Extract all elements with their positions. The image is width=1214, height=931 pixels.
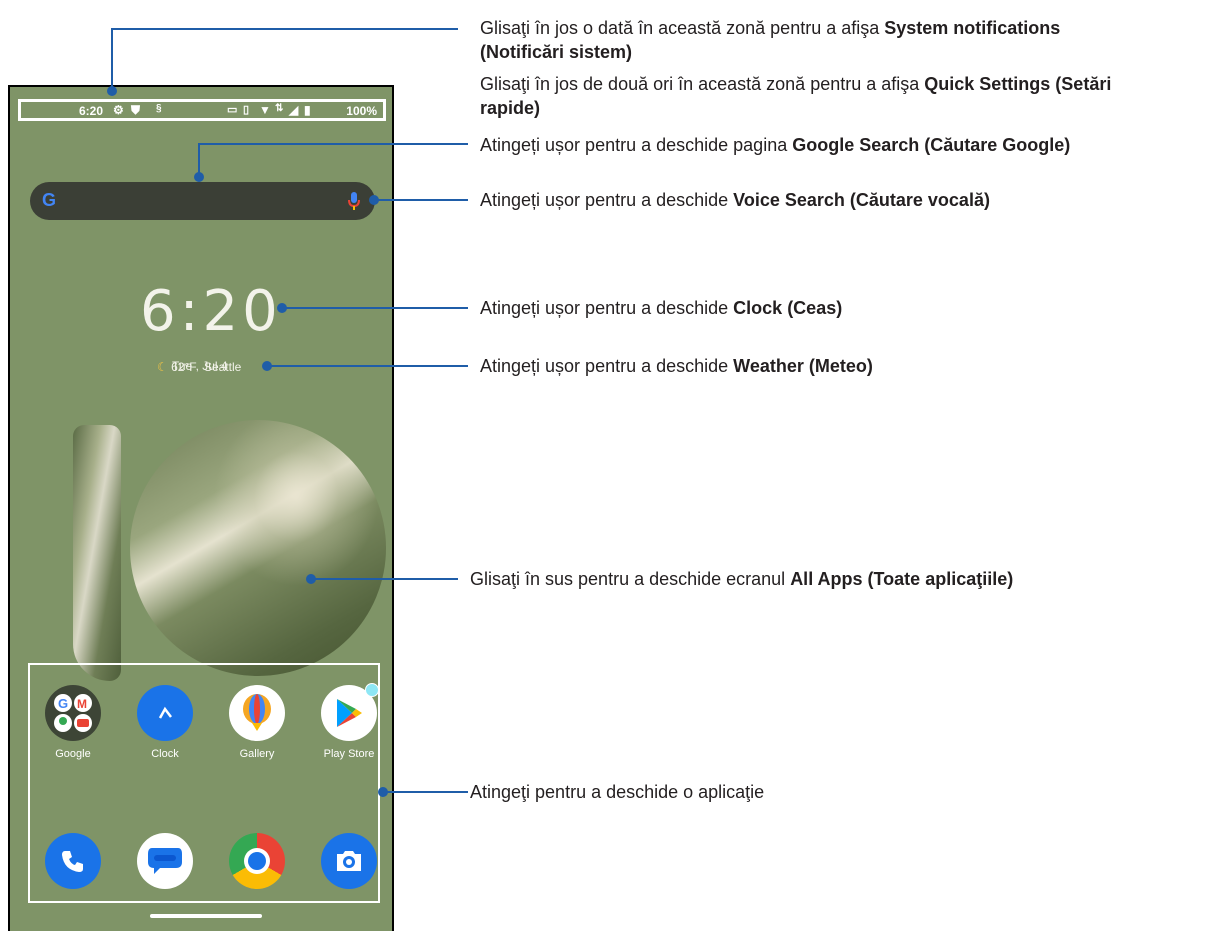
gear-icon: ⚙: [113, 103, 124, 117]
notification-dot-icon: [365, 683, 379, 697]
callout-all-apps: Glisaţi în sus pentru a deschide ecranul…: [470, 567, 1190, 591]
app-dock-area: G M Google Clock Gallery Play Store: [28, 663, 380, 903]
svg-text:G: G: [58, 696, 68, 711]
callout-text: Atingeți ușor pentru a deschide: [480, 356, 734, 376]
callout-bold: Voice Search (Căutare vocală): [733, 190, 990, 210]
wifi-icon: ▼: [259, 103, 271, 117]
callout-text: Atingeți ușor pentru a deschide: [480, 298, 734, 318]
vibrate-icon: ▯: [243, 104, 250, 116]
app-label-play-store: Play Store: [323, 748, 375, 760]
shield-icon: ⛊: [131, 103, 141, 117]
callout-text: Glisaţi în sus pentru a deschide ecranul: [470, 569, 791, 589]
callout-bold: All Apps (Toate aplicaţiile): [790, 569, 1014, 589]
callout-line: [267, 365, 468, 367]
callout-bold: Clock (Ceas): [733, 298, 843, 318]
callout-bold: Google Search (Căutare Google): [792, 135, 1071, 155]
clock-widget-time[interactable]: 6:20: [140, 279, 282, 344]
app-clock[interactable]: Clock: [130, 685, 200, 760]
data-icon: ⇅: [275, 103, 284, 114]
signal-icon: ◢: [289, 103, 299, 117]
phone-home-screen: 6:20 ⚙ ⛊ § ▭ ▯ ▼ ⇅ ◢ ▮ 100% G 6:20 Tue ,…: [8, 85, 394, 931]
callout-line: [198, 143, 468, 145]
moon-icon: ☾: [157, 360, 168, 374]
status-time: 6:20: [79, 104, 104, 118]
messages-icon: [137, 833, 193, 889]
microphone-icon[interactable]: [347, 191, 361, 211]
google-logo-icon: G: [42, 190, 57, 210]
callout-text: Glisaţi în jos de două ori în această zo…: [480, 74, 925, 94]
callout-voice-search: Atingeți ușor pentru a deschide Voice Se…: [480, 188, 1180, 212]
app-label-gallery: Gallery: [239, 748, 275, 760]
callout-line: [198, 143, 200, 175]
callout-line: [383, 791, 468, 793]
gallery-icon: [229, 685, 285, 741]
camera-icon: [321, 833, 377, 889]
app-label-clock: Clock: [151, 748, 179, 760]
app-google-folder[interactable]: G M Google: [38, 685, 108, 760]
callout-line: [111, 28, 458, 30]
callout-line: [374, 199, 468, 201]
callout-clock: Atingeți ușor pentru a deschide Clock (C…: [480, 296, 1180, 320]
app-camera[interactable]: [314, 833, 384, 889]
callout-text: Glisaţi în jos o dată în această zonă pe…: [480, 18, 885, 38]
phone-icon: [45, 833, 101, 889]
gesture-nav-handle[interactable]: [150, 914, 262, 918]
callout-line: [282, 307, 468, 309]
callout-text: Atingeți ușor pentru a deschide pagina: [480, 135, 793, 155]
callout-line: [311, 578, 458, 580]
google-folder-icon: G M: [45, 685, 101, 741]
weather-temp: 62°F: [171, 360, 197, 374]
wallpaper-art-circle: [130, 420, 386, 676]
app-chrome[interactable]: [222, 833, 292, 889]
battery-percent: 100%: [346, 104, 377, 118]
nfc-icon: §: [156, 103, 162, 114]
app-phone[interactable]: [38, 833, 108, 889]
app-play-store[interactable]: Play Store: [314, 683, 384, 760]
weather-city: Seattle: [203, 360, 242, 374]
battery-icon: ▮: [304, 103, 311, 117]
status-bar[interactable]: 6:20 ⚙ ⛊ § ▭ ▯ ▼ ⇅ ◢ ▮ 100%: [18, 99, 386, 121]
weather-widget-row[interactable]: ☾ 62°F Seattle: [157, 360, 241, 374]
wallpaper-art-left: [73, 425, 121, 681]
svg-text:M: M: [77, 697, 87, 711]
chrome-icon: [229, 833, 285, 889]
play-store-icon: [321, 683, 379, 741]
app-gallery[interactable]: Gallery: [222, 685, 292, 760]
callout-line: [111, 28, 113, 90]
callout-apps: Atingeţi pentru a deschide o aplicaţie: [470, 780, 1170, 804]
google-search-bar[interactable]: G: [30, 182, 375, 220]
callout-text: Atingeți ușor pentru a deschide: [480, 190, 734, 210]
app-label-google: Google: [55, 748, 91, 760]
callout-google-search: Atingeți ușor pentru a deschide pagina G…: [480, 133, 1210, 157]
app-messages[interactable]: [130, 833, 200, 889]
clock-icon: [137, 685, 193, 741]
callout-weather: Atingeți ușor pentru a deschide Weather …: [480, 354, 1180, 378]
keyboard-icon: ▭: [227, 104, 238, 116]
callout-system-notifications: Glisaţi în jos o dată în această zonă pe…: [480, 16, 1120, 64]
callout-text: Atingeţi pentru a deschide o aplicaţie: [470, 782, 765, 802]
callout-bold: Weather (Meteo): [733, 356, 873, 376]
callout-quick-settings: Glisaţi în jos de două ori în această zo…: [480, 72, 1120, 120]
